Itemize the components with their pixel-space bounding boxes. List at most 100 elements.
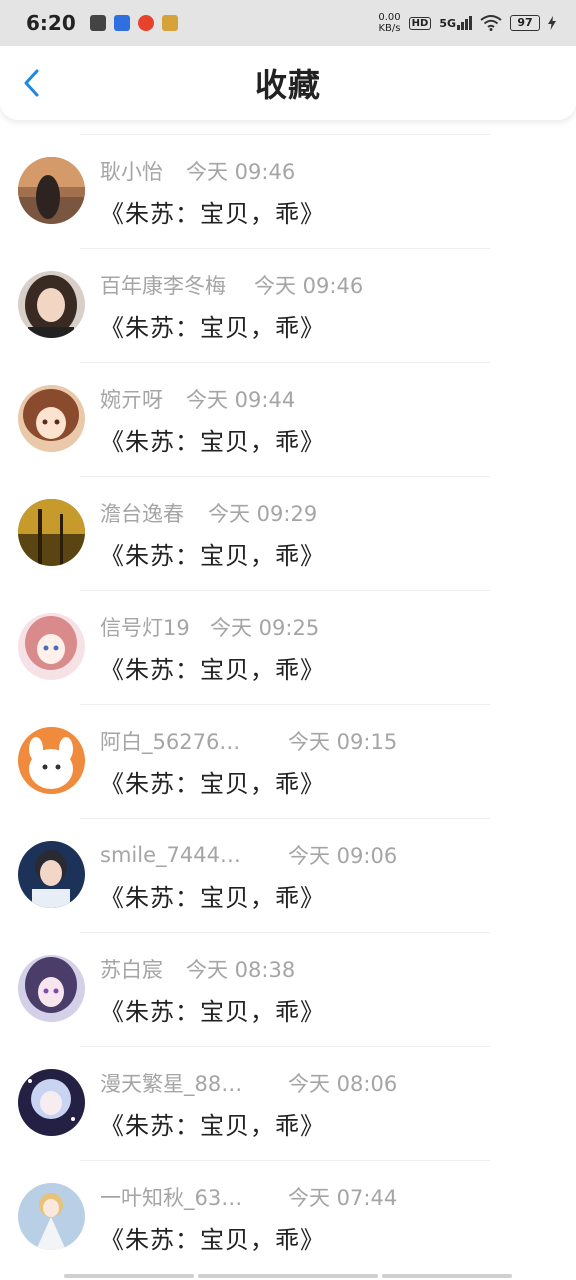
avatar[interactable] <box>18 271 85 338</box>
item-meta: 漫天繁星_88… 今天 08:06 <box>100 1068 397 1098</box>
item-content[interactable]: 《朱苏：宝贝，乖》 <box>100 194 325 229</box>
item-content[interactable]: 《朱苏：宝贝，乖》 <box>100 536 325 571</box>
item-content[interactable]: 《朱苏：宝贝，乖》 <box>100 1220 325 1255</box>
status-right: 0.00 KB/s HD 5G 97 <box>378 12 556 34</box>
favorites-list: 耿小怡 今天 09:46 《朱苏：宝贝，乖》 百年康李冬梅 今天 09:46 《… <box>0 134 576 1274</box>
avatar-image <box>18 157 85 224</box>
item-meta: 百年康李冬梅 今天 09:46 <box>100 270 363 300</box>
baidu-icon <box>113 15 130 31</box>
network-type: 5G <box>439 17 456 30</box>
net-speed-unit: KB/s <box>378 23 401 34</box>
username[interactable]: 阿白_56276… <box>100 726 240 756</box>
avatar-image <box>18 841 85 908</box>
timestamp: 今天 09:44 <box>186 388 296 412</box>
header: 收藏 <box>0 46 576 120</box>
weibo-icon <box>137 15 154 31</box>
timestamp: 今天 09:29 <box>208 502 318 526</box>
signal-bar <box>469 16 472 30</box>
timestamp: 今天 09:46 <box>186 160 296 184</box>
username[interactable]: 一叶知秋_63… <box>100 1182 242 1212</box>
avatar[interactable] <box>18 955 85 1022</box>
avatar-image <box>18 271 85 338</box>
username[interactable]: 苏白宸 <box>100 954 163 984</box>
net-speed: 0.00 KB/s <box>378 12 400 34</box>
item-meta: 婉亓呀 今天 09:44 <box>100 384 295 414</box>
list-item[interactable]: 一叶知秋_63… 今天 07:44 《朱苏：宝贝，乖》 <box>0 1160 576 1274</box>
avatar-image <box>18 955 85 1022</box>
item-meta: 信号灯19 今天 09:25 <box>100 612 319 642</box>
item-meta: smile_7444… 今天 09:06 <box>100 840 397 870</box>
list-item[interactable]: 漫天繁星_88… 今天 08:06 《朱苏：宝贝，乖》 <box>0 1046 576 1160</box>
timestamp: 今天 08:06 <box>288 1072 398 1096</box>
item-content[interactable]: 《朱苏：宝贝，乖》 <box>100 878 325 913</box>
notification-icons <box>89 15 178 31</box>
item-content[interactable]: 《朱苏：宝贝，乖》 <box>100 1106 325 1141</box>
back-button[interactable] <box>16 68 46 98</box>
item-content[interactable]: 《朱苏：宝贝，乖》 <box>100 308 325 343</box>
avatar-image <box>18 727 85 794</box>
timestamp: 今天 09:46 <box>254 274 364 298</box>
signal-bar <box>465 19 468 30</box>
item-content[interactable]: 《朱苏：宝贝，乖》 <box>100 992 325 1027</box>
avatar-image <box>18 499 85 566</box>
list-item[interactable]: 苏白宸 今天 08:38 《朱苏：宝贝，乖》 <box>0 932 576 1046</box>
timestamp: 今天 08:38 <box>186 958 296 982</box>
status-bar: 6:20 0.00 KB/s HD 5G 97 <box>0 0 576 46</box>
avatar[interactable] <box>18 1183 85 1250</box>
status-time: 6:20 <box>26 11 76 35</box>
avatar-image <box>18 1069 85 1136</box>
signal-bar <box>457 25 460 30</box>
timestamp: 今天 09:25 <box>210 616 320 640</box>
list-item[interactable]: 婉亓呀 今天 09:44 《朱苏：宝贝，乖》 <box>0 362 576 476</box>
username[interactable]: 耿小怡 <box>100 156 163 186</box>
username[interactable]: smile_7444… <box>100 843 241 867</box>
username[interactable]: 漫天繁星_88… <box>100 1068 242 1098</box>
username[interactable]: 澹台逸春 <box>100 498 184 528</box>
item-meta: 阿白_56276… 今天 09:15 <box>100 726 397 756</box>
avatar-image <box>18 1183 85 1250</box>
gesture-bar-segment <box>382 1274 512 1278</box>
list-item[interactable]: 澹台逸春 今天 09:29 《朱苏：宝贝，乖》 <box>0 476 576 590</box>
chevron-left-icon <box>24 69 39 97</box>
avatar-image <box>18 385 85 452</box>
gesture-bar-segment <box>64 1274 194 1278</box>
item-content[interactable]: 《朱苏：宝贝，乖》 <box>100 764 325 799</box>
item-meta: 一叶知秋_63… 今天 07:44 <box>100 1182 397 1212</box>
username[interactable]: 婉亓呀 <box>100 384 163 414</box>
game-icon <box>161 15 178 31</box>
avatar[interactable] <box>18 499 85 566</box>
avatar[interactable] <box>18 727 85 794</box>
battery-icon: 97 <box>510 15 540 31</box>
timestamp: 今天 09:15 <box>288 730 398 754</box>
timestamp: 今天 09:06 <box>288 844 398 868</box>
item-meta: 苏白宸 今天 08:38 <box>100 954 295 984</box>
item-meta: 澹台逸春 今天 09:29 <box>100 498 317 528</box>
list-item[interactable]: smile_7444… 今天 09:06 《朱苏：宝贝，乖》 <box>0 818 576 932</box>
signal-bar <box>461 22 464 30</box>
username[interactable]: 信号灯19 <box>100 612 190 642</box>
item-content[interactable]: 《朱苏：宝贝，乖》 <box>100 422 325 457</box>
gesture-bar-segment <box>198 1274 378 1278</box>
avatar[interactable] <box>18 385 85 452</box>
avatar[interactable] <box>18 157 85 224</box>
item-meta: 耿小怡 今天 09:46 <box>100 156 295 186</box>
status-left: 6:20 <box>26 11 178 35</box>
avatar-image <box>18 613 85 680</box>
avatar[interactable] <box>18 841 85 908</box>
avatar[interactable] <box>18 1069 85 1136</box>
list-item[interactable]: 信号灯19 今天 09:25 《朱苏：宝贝，乖》 <box>0 590 576 704</box>
timestamp: 今天 07:44 <box>288 1186 398 1210</box>
net-speed-value: 0.00 <box>378 12 401 23</box>
list-item[interactable]: 耿小怡 今天 09:46 《朱苏：宝贝，乖》 <box>0 134 576 248</box>
calendar-icon <box>89 15 106 31</box>
avatar[interactable] <box>18 613 85 680</box>
wifi-icon <box>480 15 502 31</box>
page-title: 收藏 <box>254 66 321 104</box>
signal-icon: 5G <box>439 16 472 30</box>
username[interactable]: 百年康李冬梅 <box>100 270 226 300</box>
charging-icon <box>548 16 556 30</box>
list-item[interactable]: 百年康李冬梅 今天 09:46 《朱苏：宝贝，乖》 <box>0 248 576 362</box>
list-item[interactable]: 阿白_56276… 今天 09:15 《朱苏：宝贝，乖》 <box>0 704 576 818</box>
hd-badge: HD <box>408 16 432 30</box>
item-content[interactable]: 《朱苏：宝贝，乖》 <box>100 650 325 685</box>
